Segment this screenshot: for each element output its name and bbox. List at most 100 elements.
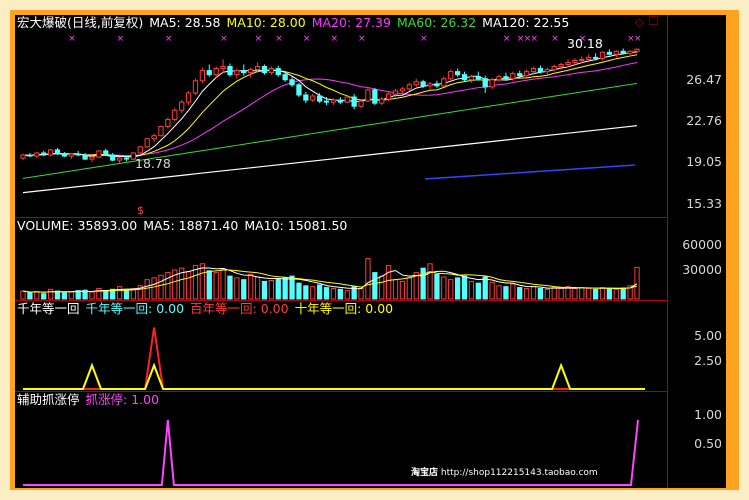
candle-body bbox=[413, 81, 419, 86]
candle-body bbox=[399, 88, 406, 92]
volume-bar bbox=[54, 290, 61, 300]
volume-bar bbox=[103, 290, 109, 300]
volume-bar bbox=[620, 287, 626, 300]
candle-body bbox=[441, 78, 447, 87]
candle-body bbox=[330, 99, 337, 103]
candle-body bbox=[420, 81, 426, 87]
candle-body bbox=[248, 69, 254, 74]
signal-x-mark: × bbox=[165, 34, 173, 44]
candle-body bbox=[337, 99, 343, 103]
candle-body bbox=[448, 71, 454, 80]
volume-bar bbox=[34, 291, 40, 300]
shi-label: 十年等一回: 0.00 bbox=[294, 301, 394, 316]
volume-bar bbox=[261, 280, 268, 300]
candle-body bbox=[586, 56, 592, 60]
candle-body bbox=[351, 96, 357, 107]
volume-bar bbox=[123, 289, 130, 300]
signal-x-mark: × bbox=[503, 34, 511, 44]
candle-body bbox=[27, 154, 33, 157]
candle-body bbox=[634, 48, 640, 52]
volume-bar bbox=[544, 288, 550, 300]
stock-chart-window[interactable]: × × × × × × × × × × × × × × × × × × 宏大爆破(日线,前复权) MA5: 28.5… bbox=[15, 15, 726, 488]
indicator-tick-2: 2.50 bbox=[694, 353, 722, 368]
volume-bar bbox=[475, 282, 481, 300]
volume-bar bbox=[592, 288, 599, 300]
signal-x-mark: × bbox=[68, 34, 76, 44]
volume-bar bbox=[572, 287, 578, 300]
candle-body bbox=[530, 68, 537, 73]
ma60-label: MA60: 26.32 bbox=[396, 15, 477, 30]
volume-bar bbox=[206, 270, 212, 300]
ma60-line bbox=[22, 82, 638, 179]
candle-body bbox=[192, 80, 199, 94]
ten-year-line bbox=[23, 362, 645, 390]
candle-body bbox=[261, 66, 268, 74]
volume-bar bbox=[496, 285, 502, 300]
volume-bar bbox=[296, 282, 302, 300]
candle-body bbox=[20, 154, 26, 159]
candle-body bbox=[241, 70, 247, 74]
price-tick-3: 19.05 bbox=[686, 154, 722, 169]
candle-body bbox=[185, 92, 192, 103]
signal-x-mark: × bbox=[275, 34, 283, 44]
volume-ma10-label: MA10: 15081.50 bbox=[244, 218, 348, 233]
assist-value-label: 抓涨停: 1.00 bbox=[85, 392, 160, 407]
volume-bar bbox=[220, 268, 226, 300]
candle-body bbox=[454, 71, 461, 76]
candle-body bbox=[544, 69, 550, 73]
volume-bar bbox=[151, 277, 157, 300]
diamond-icon[interactable]: ◇ bbox=[635, 15, 644, 29]
volume-tick-2: 30000 bbox=[682, 262, 722, 277]
volume-bar bbox=[275, 278, 281, 300]
candle-body bbox=[606, 51, 613, 55]
candle-body bbox=[54, 149, 61, 155]
candle-body bbox=[75, 153, 81, 156]
assist-tick-2: 0.50 bbox=[694, 436, 722, 451]
volume-bar bbox=[599, 287, 606, 300]
volume-bar bbox=[282, 277, 288, 300]
candle-body bbox=[282, 74, 288, 81]
signal-x-mark: × bbox=[531, 34, 539, 44]
high-price-label: 30.18 bbox=[567, 36, 603, 51]
volume-bar bbox=[523, 287, 530, 300]
candle-body bbox=[392, 90, 399, 95]
volume-bar bbox=[468, 280, 475, 300]
indicator-tick-1: 5.00 bbox=[694, 328, 722, 343]
volume-bar bbox=[241, 279, 247, 300]
volume-bar bbox=[27, 292, 33, 300]
volume-bar bbox=[537, 287, 544, 300]
candle-body bbox=[213, 68, 219, 76]
candle-body bbox=[620, 50, 626, 54]
candle-body bbox=[475, 76, 481, 80]
volume-bar bbox=[517, 287, 523, 300]
candle-body bbox=[551, 66, 557, 71]
candle-body bbox=[34, 152, 40, 157]
price-header: 宏大爆破(日线,前复权) MA5: 28.58 MA10: 28.00 MA20: 2… bbox=[17, 15, 575, 31]
candle-body bbox=[199, 70, 206, 82]
candle-body bbox=[613, 50, 619, 55]
candle-body bbox=[310, 95, 316, 101]
candle-body bbox=[503, 76, 509, 80]
price-axis-line bbox=[667, 15, 668, 488]
candle-body bbox=[303, 94, 309, 101]
candle-body bbox=[572, 59, 578, 63]
volume-label: VOLUME: 35893.00 bbox=[17, 218, 138, 233]
low-price-label: 18.78 bbox=[135, 156, 171, 171]
candle-body bbox=[517, 73, 523, 77]
candle-body bbox=[82, 154, 88, 160]
volume-bar bbox=[386, 265, 392, 300]
volume-bar bbox=[454, 277, 461, 300]
ma5-label: MA5: 28.58 bbox=[149, 15, 221, 30]
window-box-icon[interactable]: ☐ bbox=[648, 15, 659, 28]
candle-body bbox=[627, 50, 633, 54]
candle-body bbox=[158, 126, 164, 137]
assist-tick-1: 1.00 bbox=[694, 407, 722, 422]
volume-ma5-label: MA5: 18871.40 bbox=[143, 218, 239, 233]
candle-body bbox=[489, 79, 495, 88]
chart-canvas[interactable]: × × × × × × × × × × × × × × × × × × bbox=[15, 15, 726, 488]
volume-bar bbox=[234, 277, 240, 300]
volume-bar bbox=[20, 290, 26, 300]
ma20-line bbox=[22, 62, 638, 157]
volume-bar bbox=[61, 292, 68, 300]
candle-body bbox=[358, 100, 364, 107]
